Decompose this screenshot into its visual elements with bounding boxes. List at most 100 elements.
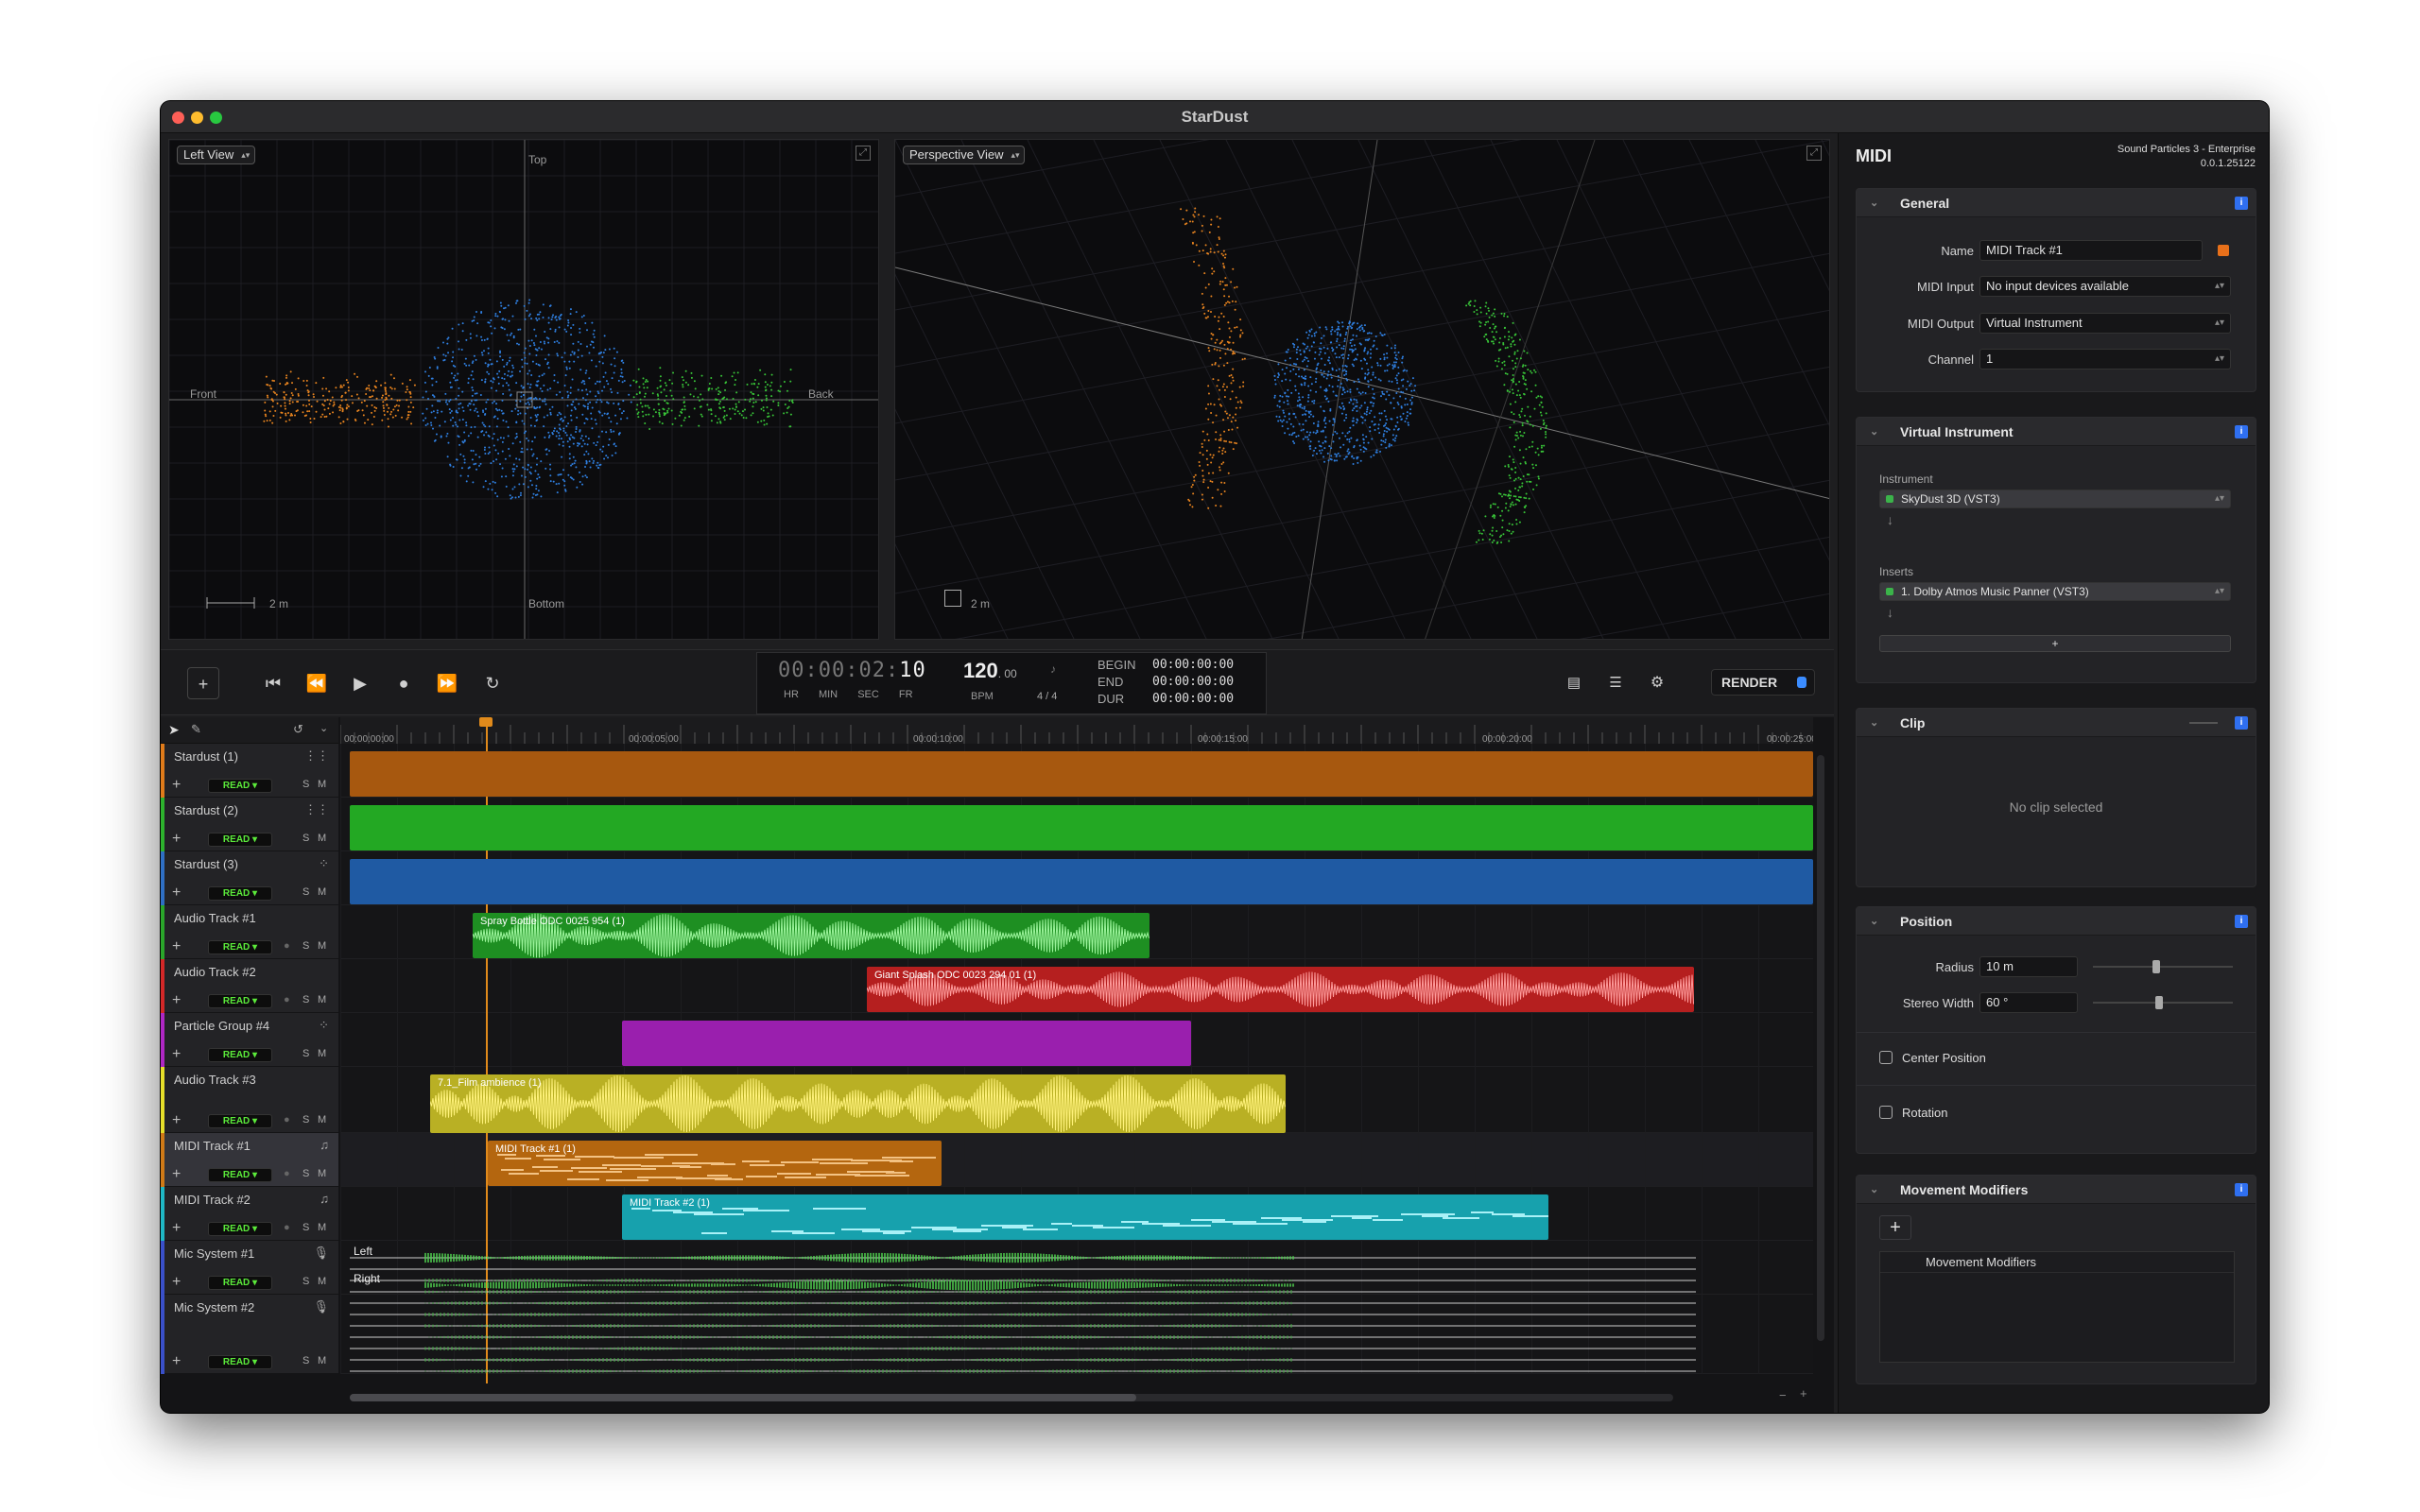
name-field[interactable]: MIDI Track #1 [1979,240,2203,261]
info-icon[interactable]: i [2235,425,2248,438]
automation-mode-select[interactable]: READ ▾ [208,1222,272,1236]
track-header[interactable]: Mic System #2 🎙 + READ ▾ S M [161,1295,338,1374]
settings-gear-icon[interactable]: ⚙ [1641,667,1673,699]
tempo-value[interactable]: 120. 00 [963,659,1017,683]
mute-button[interactable]: M [318,779,326,790]
play-button[interactable]: ▶ [344,667,376,699]
automation-mode-select[interactable]: READ ▾ [208,779,272,793]
info-icon[interactable]: i [2235,716,2248,730]
stereo-width-slider-knob[interactable] [2154,996,2163,1009]
solo-button[interactable]: S [302,1222,309,1233]
automation-mode-select[interactable]: READ ▾ [208,1168,272,1182]
add-automation-button[interactable]: + [172,1112,181,1129]
toolbar-dropdown-icon[interactable]: ⌄ [320,722,328,734]
midi-track-2-clip[interactable]: MIDI Track #2 (1) [622,1194,1548,1240]
add-automation-button[interactable]: + [172,1166,181,1183]
solo-button[interactable]: S [302,940,309,952]
general-header[interactable]: ⌄ General i [1857,189,2256,217]
record-arm-icon[interactable]: ● [284,940,290,952]
pointer-tool-icon[interactable]: ➤ [168,722,180,738]
solo-button[interactable]: S [302,833,309,844]
mute-button[interactable]: M [318,1114,326,1125]
record-arm-icon[interactable]: ● [284,1168,290,1179]
modifiers-list[interactable]: Movement Modifiers [1879,1251,2235,1363]
solo-button[interactable]: S [302,1048,309,1059]
track-header[interactable]: Audio Track #2 + READ ▾ ● S M [161,959,338,1013]
add-track-button[interactable]: + [187,667,219,699]
loop-button[interactable]: ↻ [476,667,509,699]
mic-system-clip[interactable]: Left Right [350,1245,1696,1374]
time-ruler[interactable]: 00:00:00:00 00:00:05:00 00:00:10:00 00:00:1… [340,717,1813,744]
info-icon[interactable]: i [2235,197,2248,210]
track-header[interactable]: Stardust (2) ⋮⋮ + READ ▾ S M [161,798,338,851]
automation-mode-select[interactable]: READ ▾ [208,833,272,847]
movement-modifiers-header[interactable]: ⌄ Movement Modifiers i [1857,1176,2256,1204]
pencil-tool-icon[interactable]: ✎ [191,722,201,737]
automation-mode-select[interactable]: READ ▾ [208,1114,272,1128]
add-automation-button[interactable]: + [172,1353,181,1370]
close-window-button[interactable] [172,112,184,124]
channel-select[interactable]: 1 ▴▾ [1979,349,2231,369]
fast-forward-button[interactable]: ⏩ [431,667,463,699]
mute-button[interactable]: M [318,1168,326,1179]
add-automation-button[interactable]: + [172,831,181,848]
horizontal-scroll-thumb[interactable] [350,1394,1136,1401]
automation-mode-select[interactable]: READ ▾ [208,1355,272,1369]
time-signature[interactable]: 4 / 4 [1037,691,1057,702]
film-ambience-clip[interactable]: 7.1_Film ambience (1) [430,1074,1286,1133]
automation-mode-select[interactable]: READ ▾ [208,994,272,1008]
track-header[interactable]: Stardust (1) ⋮⋮ + READ ▾ S M [161,744,338,798]
mute-button[interactable]: M [318,1276,326,1287]
rotation-checkbox[interactable] [1879,1106,1893,1119]
midi-output-select[interactable]: Virtual Instrument ▴▾ [1979,313,2231,334]
zoom-in-icon[interactable]: + [1800,1386,1807,1400]
clip-header[interactable]: ⌄ Clip i [1857,709,2256,737]
add-insert-button[interactable]: + [1879,635,2231,652]
spray-bottle-clip[interactable]: Spray Bottle ODC 0025 954 (1) [473,913,1150,958]
stardust-3-clip[interactable] [350,859,1813,904]
render-button[interactable]: RENDER [1711,669,1815,696]
mute-button[interactable]: M [318,1355,326,1366]
stereo-width-slider[interactable] [2093,996,2233,1009]
automation-mode-select[interactable]: READ ▾ [208,1048,272,1062]
info-icon[interactable]: i [2235,1183,2248,1196]
radius-slider[interactable] [2093,960,2233,973]
horizontal-scrollbar[interactable] [350,1394,1673,1401]
midi-input-select[interactable]: No input devices available ▴▾ [1979,276,2231,297]
solo-button[interactable]: S [302,1276,309,1287]
mute-button[interactable]: M [318,1222,326,1233]
record-button[interactable]: ● [388,667,420,699]
insert-slot[interactable]: 1. Dolby Atmos Music Panner (VST3) ▴▾ [1879,582,2231,601]
record-arm-icon[interactable]: ● [284,1114,290,1125]
add-automation-button[interactable]: + [172,992,181,1009]
add-automation-button[interactable]: + [172,777,181,794]
vertical-scrollbar[interactable] [1817,755,1824,1341]
add-automation-button[interactable]: + [172,1274,181,1291]
mute-button[interactable]: M [318,940,326,952]
radius-slider-knob[interactable] [2152,960,2160,973]
virtual-instrument-header[interactable]: ⌄ Virtual Instrument i [1857,418,2256,446]
track-header[interactable]: MIDI Track #2 ♫ + READ ▾ ● S M [161,1187,338,1241]
expand-perspective-view-icon[interactable]: ⤢ [1806,146,1822,161]
add-automation-button[interactable]: + [172,1220,181,1237]
midi-track-1-clip[interactable]: MIDI Track #1 (1) [488,1141,942,1186]
track-header[interactable]: Stardust (3) ⁘ + READ ▾ S M [161,851,338,905]
solo-button[interactable]: S [302,994,309,1005]
add-automation-button[interactable]: + [172,885,181,902]
position-header[interactable]: ⌄ Position i [1857,907,2256,936]
left-view-select[interactable]: Left View ▴▾ [177,146,256,164]
automation-mode-select[interactable]: READ ▾ [208,1276,272,1290]
record-arm-icon[interactable]: ● [284,1222,290,1233]
rewind-button[interactable]: ⏪ [301,667,333,699]
track-header[interactable]: Particle Group #4 ⁘ + READ ▾ S M [161,1013,338,1067]
expand-left-view-icon[interactable]: ⤢ [856,146,871,161]
add-automation-button[interactable]: + [172,938,181,955]
add-modifier-button[interactable]: + [1879,1215,1911,1240]
track-header[interactable]: MIDI Track #1 ♫ + READ ▾ ● S M [161,1133,338,1187]
add-automation-button[interactable]: + [172,1046,181,1063]
solo-button[interactable]: S [302,886,309,898]
minimize-window-button[interactable] [191,112,203,124]
timeline-settings-icon[interactable]: ▤ [1558,667,1590,699]
track-header[interactable]: Audio Track #1 + READ ▾ ● S M [161,905,338,959]
snap-icon[interactable]: ↺ [293,722,303,737]
